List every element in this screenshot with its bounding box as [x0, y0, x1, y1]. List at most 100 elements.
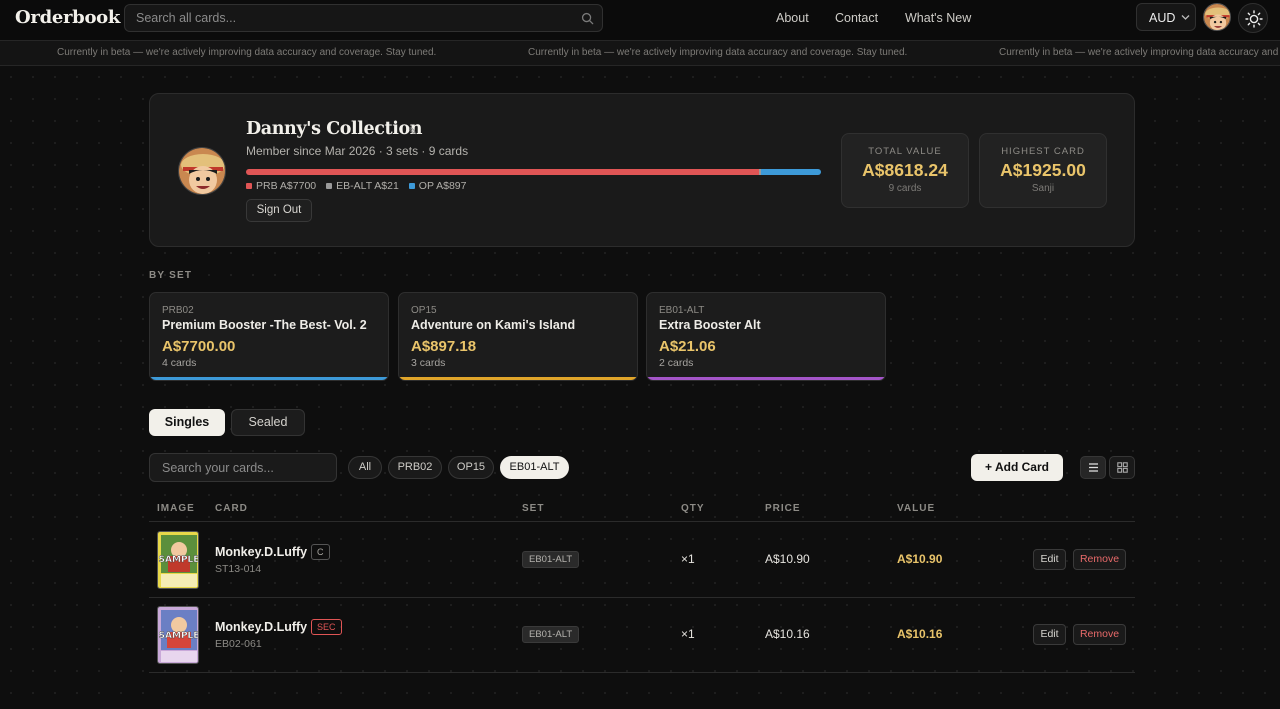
col-header-image: IMAGE: [157, 503, 195, 514]
search-input[interactable]: [125, 5, 602, 31]
total-value-stat: TOTAL VALUE A$8618.24 9 cards: [841, 133, 969, 208]
card-name[interactable]: Monkey.D.Luffy: [215, 545, 307, 559]
grid-view-icon: [1117, 462, 1128, 473]
set-badge: EB01-ALT: [522, 626, 580, 643]
beta-banner: Currently in beta — we're actively impro…: [0, 41, 1280, 66]
stat-label: TOTAL VALUE: [868, 146, 942, 157]
nav-contact[interactable]: Contact: [835, 11, 878, 25]
stat-value: A$1925.00: [1000, 160, 1086, 180]
legend-label: OP A$897: [418, 180, 467, 192]
set-count: 3 cards: [411, 357, 446, 369]
set-card[interactable]: OP15 Adventure on Kami's Island A$897.18 3 …: [398, 292, 638, 381]
filter-chip[interactable]: PRB02: [388, 456, 442, 479]
collection-profile-card: Danny's Collection ✎ Member since Mar 20…: [149, 93, 1135, 247]
card-code: EB02-061: [215, 638, 262, 650]
col-header-value[interactable]: VALUE: [897, 503, 935, 514]
set-code: EB01-ALT: [659, 305, 705, 316]
tab-sealed[interactable]: Sealed: [231, 409, 305, 436]
card-value: A$10.16: [897, 627, 943, 641]
edit-pencil-icon[interactable]: ✎: [408, 125, 417, 138]
table-row[interactable]: SAMPLE Monkey.D.Luffy SEC EB02-061 EB01-ALT ×…: [149, 597, 1135, 672]
legend-item: OP A$897: [408, 180, 467, 192]
grid-view-button[interactable]: [1109, 456, 1135, 479]
set-value: A$897.18: [411, 338, 477, 355]
list-view-icon: [1089, 463, 1098, 472]
legend-item: PRB A$7700: [246, 180, 316, 192]
sun-icon: [1245, 10, 1263, 28]
card-price: A$10.16: [765, 627, 810, 641]
legend-label: PRB A$7700: [256, 180, 317, 192]
profile-avatar: [178, 147, 226, 195]
col-header-price[interactable]: PRICE: [765, 503, 801, 514]
filter-chip[interactable]: EB01-ALT: [500, 456, 569, 479]
col-header-set[interactable]: SET: [522, 503, 544, 514]
tab-singles[interactable]: Singles: [149, 409, 225, 436]
svg-text:SAMPLE: SAMPLE: [159, 555, 199, 565]
stat-sub: Sanji: [1031, 183, 1055, 194]
rarity-badge: C: [311, 544, 330, 560]
set-value: A$7700.00: [162, 338, 236, 355]
card-qty: ×1: [681, 552, 695, 566]
theme-toggle-button[interactable]: [1238, 3, 1268, 33]
stat-value: A$8618.24: [862, 160, 948, 180]
set-value: A$21.06: [659, 338, 716, 355]
legend-swatch: [246, 183, 252, 189]
collection-title: Danny's Collection: [246, 119, 423, 139]
card-price: A$10.90: [765, 552, 810, 566]
set-name: Extra Booster Alt: [659, 318, 761, 332]
set-color-stripe: [647, 377, 885, 380]
card-thumbnail[interactable]: SAMPLE: [157, 606, 199, 664]
beta-message: Currently in beta — we're actively impro…: [528, 47, 908, 58]
logo[interactable]: Orderbook: [15, 7, 120, 28]
col-header-qty[interactable]: QTY: [681, 503, 705, 514]
highest-card-stat: HIGHEST CARD A$1925.00 Sanji: [979, 133, 1107, 208]
filter-chip[interactable]: OP15: [448, 456, 494, 479]
set-code: PRB02: [162, 305, 194, 316]
value-bar-segment: [246, 169, 760, 175]
global-search[interactable]: [124, 4, 603, 32]
collection-search-input[interactable]: [150, 454, 336, 481]
nav-about[interactable]: About: [776, 11, 809, 25]
card-code: ST13-014: [215, 563, 262, 575]
remove-button[interactable]: Remove: [1073, 549, 1126, 570]
sign-out-button[interactable]: Sign Out: [246, 199, 312, 222]
card-value: A$10.90: [897, 552, 943, 566]
remove-button[interactable]: Remove: [1073, 624, 1126, 645]
value-bar-segment: [761, 169, 821, 175]
add-card-button[interactable]: + Add Card: [971, 454, 1063, 481]
top-nav-bar: Orderbook About Contact What's New AUD: [0, 0, 1280, 41]
svg-text:SAMPLE: SAMPLE: [159, 631, 199, 641]
table-row[interactable]: SAMPLE Monkey.D.Luffy C ST13-014 EB01-ALT ×1 A…: [149, 522, 1135, 597]
currency-select[interactable]: AUD: [1136, 3, 1196, 31]
list-view-button[interactable]: [1080, 456, 1106, 479]
card-name[interactable]: Monkey.D.Luffy: [215, 620, 307, 634]
nav-whats-new[interactable]: What's New: [905, 11, 971, 25]
legend-item: EB-ALT A$21: [326, 180, 399, 192]
row-divider: [149, 672, 1135, 673]
card-thumbnail[interactable]: SAMPLE: [157, 531, 199, 589]
by-set-heading: BY SET: [149, 270, 193, 281]
value-breakdown-bar: [246, 169, 821, 175]
edit-button[interactable]: Edit: [1033, 549, 1066, 570]
legend-swatch: [326, 183, 333, 189]
set-card[interactable]: PRB02 Premium Booster -The Best- Vol. 2 A$…: [149, 292, 389, 381]
col-header-card[interactable]: CARD: [215, 503, 248, 514]
edit-button[interactable]: Edit: [1033, 624, 1066, 645]
set-name: Adventure on Kami's Island: [411, 318, 576, 332]
set-count: 4 cards: [162, 357, 197, 369]
set-color-stripe: [399, 377, 637, 380]
filter-chip[interactable]: All: [348, 456, 382, 479]
currency-value: AUD: [1149, 11, 1176, 25]
stat-label: HIGHEST CARD: [1001, 146, 1085, 157]
search-icon: [581, 12, 594, 25]
set-count: 2 cards: [659, 357, 694, 369]
rarity-badge: SEC: [311, 619, 342, 635]
set-card[interactable]: EB01-ALT Extra Booster Alt A$21.06 2 cards: [646, 292, 886, 381]
value-breakdown-legend: PRB A$7700 EB-ALT A$21 OP A$897: [246, 180, 476, 192]
set-code: OP15: [411, 305, 437, 316]
collection-subtitle: Member since Mar 2026 · 3 sets · 9 cards: [246, 144, 469, 158]
user-avatar[interactable]: [1203, 3, 1231, 31]
beta-message: Currently in beta — we're actively impro…: [999, 47, 1280, 58]
collection-search[interactable]: [149, 453, 337, 482]
set-badge: EB01-ALT: [522, 551, 580, 568]
